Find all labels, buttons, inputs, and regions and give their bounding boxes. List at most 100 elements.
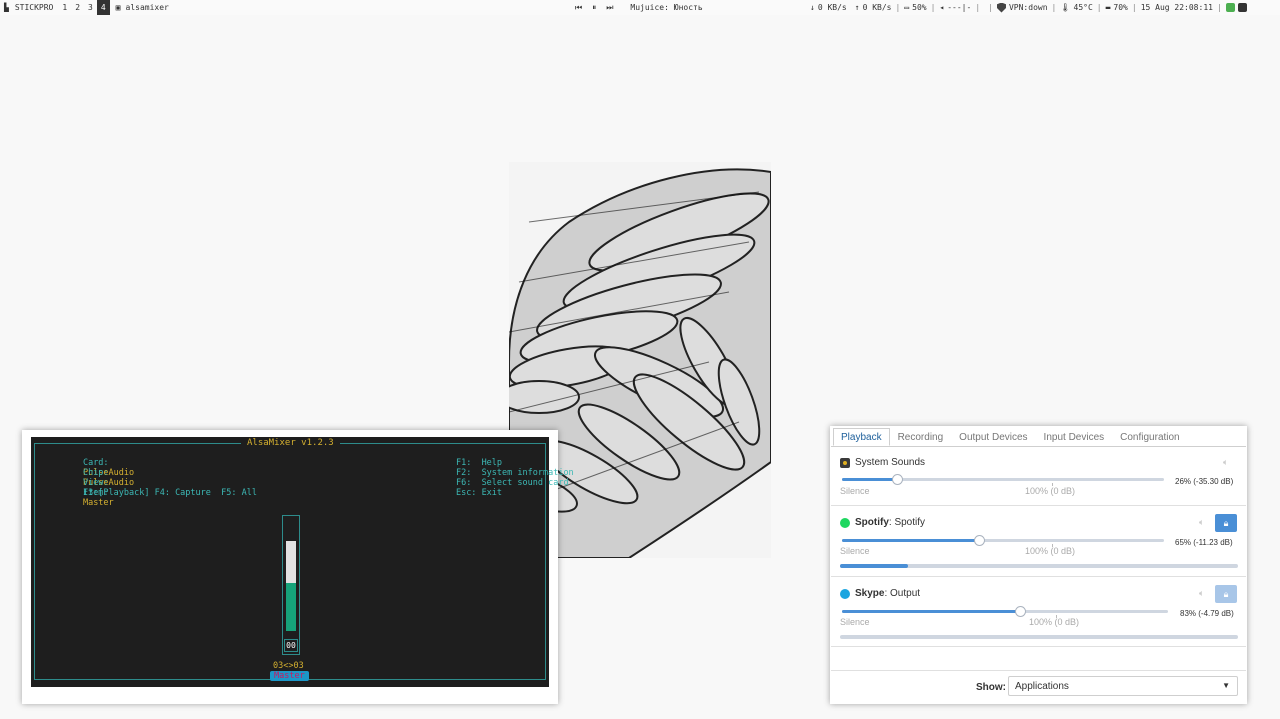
reference-label: 100% (0 dB) (1025, 546, 1076, 556)
stream-title: Skype: Output (840, 588, 920, 599)
workspace-1[interactable]: 1 (58, 0, 71, 15)
tab-playback[interactable]: Playback (833, 428, 890, 446)
stream-title: System Sounds (840, 457, 925, 468)
show-filter-select[interactable]: Applications ▼ (1008, 676, 1238, 696)
tray-app-icon[interactable] (1237, 3, 1247, 12)
vpn-status[interactable]: VPN:down (996, 2, 1048, 13)
mute-icon[interactable]: 🔈︎ (1223, 457, 1228, 468)
show-filter-value: Applications (1015, 681, 1069, 692)
volume[interactable]: ◂ ---|- (939, 3, 971, 12)
stream-title: Spotify: Spotify (840, 517, 925, 528)
playback-panel: System Sounds 🔈︎ 26% (-35.30 dB) Silence… (831, 446, 1246, 703)
battery-icon: ▬ (1105, 3, 1111, 12)
volume-level-low (286, 583, 296, 631)
separator: | (930, 3, 936, 12)
item-line: Item: Master (42, 478, 114, 518)
slider-knob[interactable] (1014, 606, 1026, 617)
pause-icon[interactable]: ⏸ (592, 3, 596, 13)
volume-slider[interactable] (842, 474, 1164, 486)
tab-bar: Playback Recording Output Devices Input … (833, 428, 1188, 446)
item-label: Item: (82, 488, 109, 498)
volume-level-text: 83% (-4.79 dB) (1180, 609, 1234, 618)
silence-label: Silence (840, 617, 870, 627)
workspace-name: STICKPRO (14, 3, 54, 12)
slider-knob[interactable] (973, 535, 985, 546)
stream-system-sounds: System Sounds 🔈︎ 26% (-35.30 dB) Silence… (831, 447, 1246, 506)
top-status-bar: ▙ STICKPRO 1 2 3 4 ▣ alsamixer ⏮ ⏸ ⏭ Muj… (0, 0, 1280, 15)
system-sounds-icon (840, 457, 850, 468)
vpn-value: VPN:down (1008, 3, 1048, 12)
monitor-icon: ▭ (904, 3, 910, 12)
tab-input-devices[interactable]: Input Devices (1036, 428, 1113, 446)
alsamixer-window[interactable]: AlsaMixer v1.2.3 Card: PulseAudio Chip: … (22, 430, 574, 704)
slider-fill (842, 539, 979, 542)
net-download: ↓ 0 KB/s (810, 3, 847, 12)
peak-meter (840, 564, 1238, 568)
volume-slider[interactable] (842, 606, 1168, 618)
tab-output-devices[interactable]: Output Devices (951, 428, 1035, 446)
separator: | (1051, 3, 1057, 12)
separator: | (895, 3, 901, 12)
lock-channels-button[interactable]: 🔒︎ (1215, 585, 1237, 603)
arrow-up-icon: ↑ (854, 3, 860, 12)
launcher[interactable]: ▙ STICKPRO (4, 3, 53, 12)
silence-label: Silence (840, 486, 870, 496)
slider-fill (842, 478, 897, 481)
window-icon: ▣ (115, 3, 121, 12)
skype-icon (840, 588, 850, 599)
stream-app-name: Spotify (855, 517, 889, 528)
mute-icon[interactable]: 🔈︎ (1199, 517, 1204, 528)
next-track-icon[interactable]: ⏭ (606, 3, 613, 13)
spotify-icon (840, 517, 850, 528)
terminal[interactable]: AlsaMixer v1.2.3 Card: PulseAudio Chip: … (31, 437, 574, 687)
alsamixer-frame: AlsaMixer v1.2.3 Card: PulseAudio Chip: … (34, 438, 574, 681)
volume-level-text: 26% (-35.30 dB) (1175, 477, 1234, 486)
previous-track-icon[interactable]: ⏮ (575, 3, 582, 13)
pavucontrol-window[interactable]: Playback Recording Output Devices Input … (830, 426, 1247, 704)
lock-channels-button[interactable]: 🔒︎ (1215, 514, 1237, 532)
master-volume-slider[interactable]: 00 (282, 515, 300, 655)
separator: | (988, 3, 993, 12)
help-key: Esc: (455, 488, 477, 498)
separator: | (1216, 3, 1222, 12)
peak-meter-fill (840, 564, 908, 568)
temperature: 🌡︎ 45°C (1060, 3, 1092, 12)
tab-recording[interactable]: Recording (890, 428, 952, 446)
tray-check-icon[interactable] (1225, 3, 1235, 12)
mute-icon[interactable]: 🔈︎ (1199, 588, 1204, 599)
tab-configuration[interactable]: Configuration (1112, 428, 1187, 446)
temperature-value: 45°C (1073, 3, 1093, 12)
cat-icon: ▙ (4, 3, 9, 12)
arrow-down-icon: ↓ (810, 3, 815, 12)
channel-name[interactable]: Master (270, 671, 309, 681)
dropdown-caret-icon: ▼ (1222, 681, 1230, 690)
help-line-esc[interactable]: Esc: Exit (415, 478, 502, 508)
brightness[interactable]: ▭ 50% (904, 3, 926, 12)
peak-meter (840, 635, 1238, 639)
stream-spotify: Spotify: Spotify 🔈︎ 🔒︎ 65% (-11.23 dB) S… (831, 506, 1246, 577)
workspace-2[interactable]: 2 (71, 0, 84, 15)
workspace-4[interactable]: 4 (96, 0, 110, 15)
footer: Show: Applications ▼ (831, 670, 1246, 704)
volume-level-high (286, 541, 296, 583)
battery-value: 70% (1113, 3, 1128, 12)
reference-label: 100% (0 dB) (1029, 617, 1080, 627)
reference-label: 100% (0 dB) (1025, 486, 1076, 496)
stream-device-name: : Output (884, 588, 921, 599)
stream-skype: Skype: Output 🔈︎ 🔒︎ 83% (-4.79 dB) Silen… (831, 577, 1246, 647)
clock: 15 Aug 22:08:11 (1140, 3, 1213, 12)
volume-slider[interactable] (842, 535, 1164, 547)
mute-state[interactable]: 00 (284, 639, 298, 652)
thermometer-icon: 🌡︎ (1060, 3, 1071, 12)
slider-fill (842, 610, 1020, 613)
speaker-icon: ◂ (939, 3, 945, 12)
net-upload: ↑ 0 KB/s (855, 3, 892, 12)
brightness-value: 50% (912, 3, 927, 12)
volume-bar: ---|- (947, 3, 972, 12)
stream-app-name: System Sounds (855, 457, 926, 468)
channel-value: 03<>03 (273, 661, 304, 671)
slider-knob[interactable] (891, 474, 903, 485)
help-text: Exit (481, 488, 503, 498)
alsamixer-title: AlsaMixer v1.2.3 (241, 438, 340, 449)
workspace-3[interactable]: 3 (84, 0, 97, 15)
